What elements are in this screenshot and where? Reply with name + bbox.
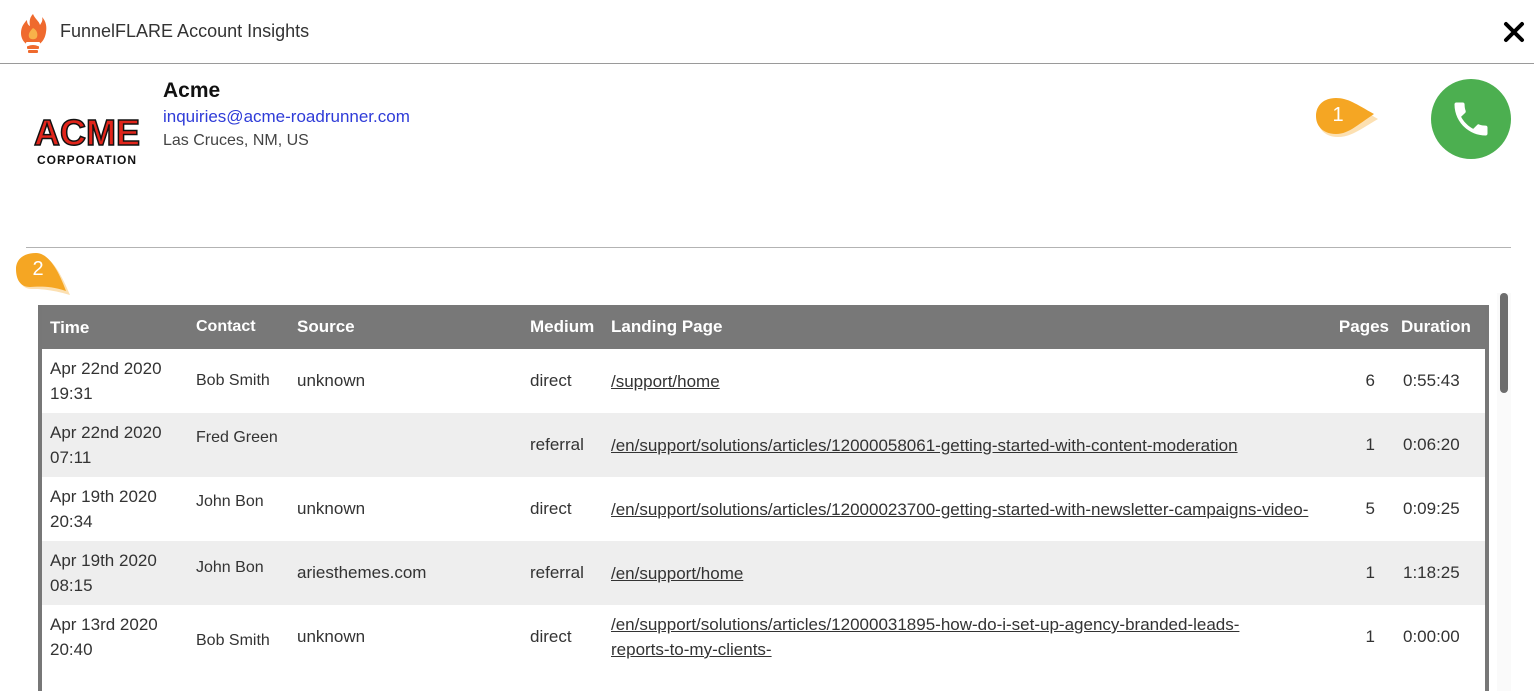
cell-contact: Fred Green [196,413,297,477]
landing-page-link[interactable]: /support/home [611,369,1331,394]
cell-time: Apr 13rd 2020 20:40 [42,605,196,669]
table-row: Apr 19th 2020 20:34 John Bon unknown dire… [42,477,1485,541]
account-location: Las Cruces, NM, US [163,132,309,149]
header-time[interactable]: Time [42,305,196,349]
cell-landing-page: /en/support/solutions/articles/120000580… [611,413,1331,477]
cell-landing-page: /en/support/solutions/articles/120000318… [611,605,1331,669]
cell-contact: Bob Smith [196,605,297,669]
marker-1-label: 1 [1332,104,1344,126]
callout-marker-2: 2 [12,249,70,295]
cell-medium: direct [530,605,611,669]
cell-landing-page: /en/support/home [611,541,1331,605]
landing-page-link[interactable]: /en/support/solutions/articles/120000580… [611,433,1331,458]
section-divider [26,247,1511,248]
callout-marker-1: 1 [1312,94,1378,138]
flame-icon [21,14,47,53]
cell-date: Apr 19th 2020 [50,487,157,506]
cell-pages: 1 [1331,413,1401,477]
account-email-link[interactable]: inquiries@acme-roadrunner.com [163,107,410,127]
cell-duration: 1:18:25 [1401,541,1485,605]
company-logo: ACME CORPORATION [33,112,141,167]
header-pages[interactable]: Pages [1331,305,1401,349]
cell-source: unknown [297,477,530,541]
cell-clock: 20:34 [50,512,93,531]
cell-pages: 1 [1331,541,1401,605]
cell-date: Apr 13rd 2020 [50,615,158,634]
header-medium[interactable]: Medium [530,305,611,349]
scrollbar-thumb[interactable] [1500,293,1508,393]
table-row: Apr 22nd 2020 07:11 Fred Green referral /… [42,413,1485,477]
cell-time: Apr 22nd 2020 19:31 [42,349,196,413]
cell-source: unknown [297,349,530,413]
cell-contact: John Bon [196,541,297,605]
landing-page-link[interactable]: /en/support/solutions/articles/120000237… [611,497,1321,522]
cell-medium: referral [530,541,611,605]
cell-source: unknown [297,605,530,669]
cell-duration: 0:06:20 [1401,413,1485,477]
account-name: Acme [163,79,221,102]
cell-medium: direct [530,349,611,413]
cell-date: Apr 22nd 2020 [50,359,162,378]
cell-source [297,413,530,477]
cell-time: Apr 19th 2020 08:15 [42,541,196,605]
close-icon[interactable] [1500,18,1528,46]
cell-contact-text: Bob Smith [196,632,270,649]
cell-clock: 07:11 [50,448,92,467]
cell-clock: 08:15 [50,576,93,595]
cell-clock: 20:40 [50,640,93,659]
cell-clock: 19:31 [50,384,93,403]
title-bar: FunnelFLARE Account Insights [0,0,1534,64]
cell-contact-text: John Bon [196,493,264,510]
cell-duration: 0:00:00 [1401,605,1485,669]
marker-2-label: 2 [32,258,44,280]
visits-table: Time Contact Source Medium Landing Page … [38,305,1489,691]
cell-pages: 1 [1331,605,1401,669]
cell-pages: 5 [1331,477,1401,541]
cell-time: Apr 22nd 2020 07:11 [42,413,196,477]
svg-text:CORPORATION: CORPORATION [37,153,137,167]
table-row: Apr 22nd 2020 19:31 Bob Smith unknown dir… [42,349,1485,413]
svg-text:ACME: ACME [34,112,140,153]
cell-date: Apr 19th 2020 [50,551,157,570]
cell-contact: John Bon [196,477,297,541]
phone-icon [1454,102,1488,136]
cell-source: ariesthemes.com [297,541,530,605]
call-button[interactable] [1431,79,1511,159]
cell-landing-page: /en/support/solutions/articles/120000237… [611,477,1331,541]
header-landing-page[interactable]: Landing Page [611,305,1331,349]
cell-landing-page: /support/home [611,349,1331,413]
table-row: Apr 19th 2020 08:15 John Bon ariesthemes.… [42,541,1485,605]
cell-duration: 0:09:25 [1401,477,1485,541]
cell-contact-text: Fred Green [196,429,278,446]
cell-medium: referral [530,413,611,477]
app-title: FunnelFLARE Account Insights [60,21,310,41]
cell-duration: 0:55:43 [1401,349,1485,413]
table-header-row: Time Contact Source Medium Landing Page … [42,305,1485,349]
header-contact[interactable]: Contact [196,305,297,349]
table-row: Apr 13rd 2020 20:40 Bob Smith unknown dir… [42,605,1485,669]
cell-contact: Bob Smith [196,349,297,413]
cell-contact-text: John Bon [196,559,264,576]
cell-medium: direct [530,477,611,541]
header-duration[interactable]: Duration [1401,305,1485,349]
cell-time: Apr 19th 2020 20:34 [42,477,196,541]
landing-page-link[interactable]: /en/support/home [611,561,1331,586]
cell-pages: 6 [1331,349,1401,413]
cell-date: Apr 22nd 2020 [50,423,162,442]
landing-page-link[interactable]: /en/support/solutions/articles/120000318… [611,612,1301,662]
header-source[interactable]: Source [297,305,530,349]
